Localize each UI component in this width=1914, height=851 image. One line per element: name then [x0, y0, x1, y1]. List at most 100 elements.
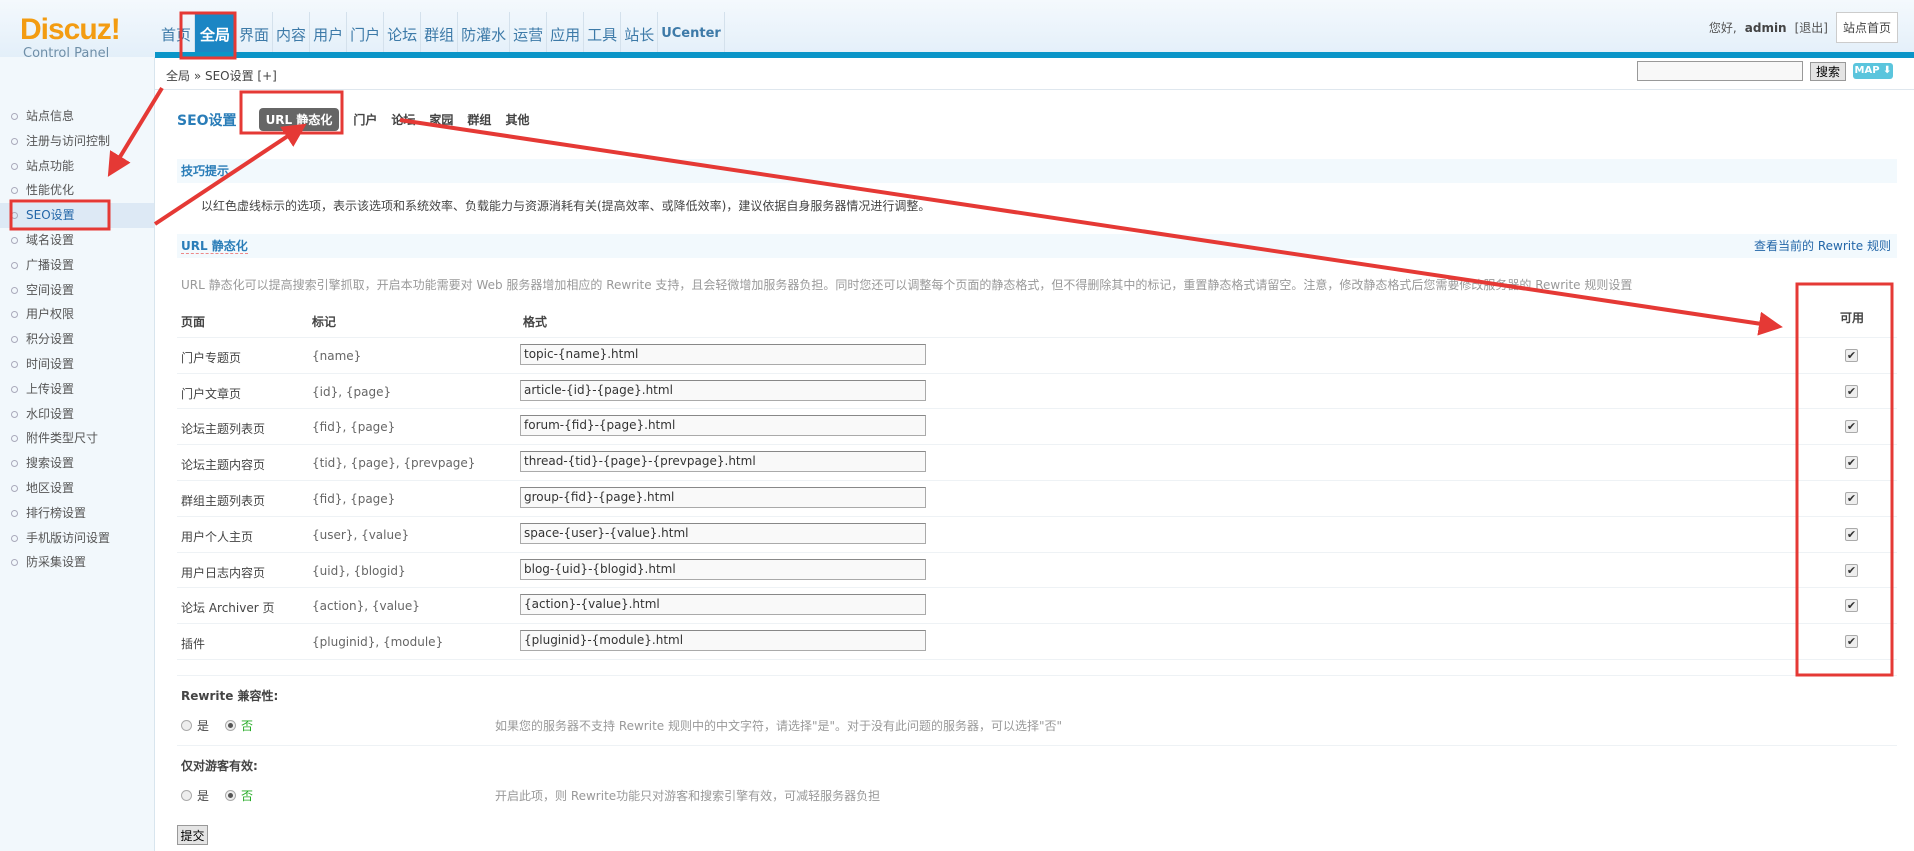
- sidebar-item[interactable]: 性能优化: [0, 178, 154, 203]
- nav-item-9[interactable]: 运营: [510, 12, 548, 52]
- sidebar-item[interactable]: SEO设置: [0, 203, 154, 228]
- enabled-checkbox[interactable]: ✔: [1845, 635, 1858, 649]
- logout-link[interactable]: [退出]: [1795, 19, 1828, 36]
- greeting: 您好,: [1708, 21, 1737, 35]
- page-title: SEO设置: [177, 112, 237, 129]
- nav-item-12[interactable]: 站长: [621, 12, 659, 52]
- table-row: 用户个人主页 {user}, {value} space-{user}-{value…: [177, 517, 1897, 553]
- nav-item-11[interactable]: 工具: [584, 12, 622, 52]
- header: Discuz! Control Panel 首页 全局 界面 内容 用户 门户 论坛 群组 防灌…: [0, 0, 1914, 61]
- nav-item-5[interactable]: 门户: [347, 12, 385, 52]
- tab-2[interactable]: 论坛: [391, 111, 415, 128]
- tip-header: 技巧提示: [177, 159, 1897, 183]
- format-input[interactable]: forum-{fid}-{page}.html: [520, 415, 926, 437]
- col-format: 格式: [523, 315, 548, 329]
- page-marks: {user}, {value}: [312, 527, 410, 542]
- sidebar-item[interactable]: 用户权限: [0, 302, 154, 327]
- enabled-checkbox[interactable]: ✔: [1845, 420, 1858, 434]
- tab-0[interactable]: URL 静态化: [258, 108, 340, 131]
- tab-5[interactable]: 其他: [505, 111, 529, 128]
- radio-no[interactable]: [225, 790, 237, 801]
- enabled-checkbox[interactable]: ✔: [1845, 563, 1858, 577]
- format-input[interactable]: article-{id}-{page}.html: [520, 379, 926, 401]
- sidebar-item[interactable]: 广播设置: [0, 253, 154, 278]
- enabled-checkbox[interactable]: ✔: [1845, 456, 1858, 470]
- sidebar-item[interactable]: 上传设置: [0, 377, 154, 402]
- view-rewrite-rules-link[interactable]: 查看当前的 Rewrite 规则: [1754, 234, 1891, 258]
- radio-yes[interactable]: [181, 790, 192, 801]
- nav-item-6[interactable]: 论坛: [384, 12, 422, 52]
- enabled-checkbox[interactable]: ✔: [1845, 599, 1858, 613]
- sidebar-item[interactable]: 防采集设置: [0, 550, 154, 575]
- search-button[interactable]: 搜索: [1810, 62, 1846, 81]
- nav-item-3[interactable]: 内容: [273, 12, 311, 52]
- nav-item-2[interactable]: 界面: [236, 12, 274, 52]
- page-name: 用户日志内容页: [181, 565, 266, 580]
- nav-item-10[interactable]: 应用: [547, 12, 585, 52]
- nav-item-4[interactable]: 用户: [310, 12, 348, 52]
- format-input[interactable]: {pluginid}-{module}.html: [520, 630, 926, 652]
- sidebar-item[interactable]: 排行榜设置: [0, 501, 154, 526]
- table-row: 论坛主题列表页 {fid}, {page} forum-{fid}-{page}.h…: [177, 409, 1897, 446]
- table-header: 页面 标记 格式 可用: [177, 302, 1897, 338]
- format-input[interactable]: blog-{uid}-{blogid}.html: [520, 558, 926, 580]
- breadcrumb[interactable]: 全局 » SEO设置 [+]: [166, 67, 277, 84]
- radio-no[interactable]: [225, 720, 237, 731]
- radio-no-label: 否: [241, 789, 254, 803]
- enabled-checkbox[interactable]: ✔: [1845, 384, 1858, 398]
- sidebar-item[interactable]: 附件类型尺寸: [0, 426, 154, 451]
- divider: [177, 745, 1897, 746]
- username: admin: [1744, 20, 1787, 35]
- logo[interactable]: Discuz! Control Panel: [20, 14, 150, 62]
- tip-text: 以红色虚线标示的选项，表示该选项和系统效率、负载能力与资源消耗有关(提高效率、或…: [201, 199, 931, 213]
- rewrite-table: 页面 标记 格式 可用 门户专题页 {name} topic-{name}.html…: [177, 302, 1897, 660]
- tab-4[interactable]: 群组: [467, 111, 491, 128]
- section-description: URL 静态化可以提高搜索引擎抓取，开启本功能需要对 Web 服务器增加相应的 …: [181, 278, 1633, 292]
- table-row: 论坛 Archiver 页 {action}, {value} {action}-{…: [177, 588, 1897, 625]
- tip-title: 技巧提示: [181, 164, 230, 178]
- sidebar-item[interactable]: 站点信息: [0, 104, 154, 129]
- sidebar-item[interactable]: 注册与访问控制: [0, 129, 154, 154]
- page-marks: {fid}, {page}: [312, 420, 396, 435]
- enabled-checkbox[interactable]: ✔: [1845, 491, 1858, 505]
- sidebar-item[interactable]: 水印设置: [0, 402, 154, 427]
- tab-3[interactable]: 家园: [429, 111, 453, 128]
- sidebar-item[interactable]: 空间设置: [0, 278, 154, 303]
- enabled-checkbox[interactable]: ✔: [1845, 527, 1858, 541]
- nav-item-1[interactable]: 全局: [195, 12, 237, 52]
- site-home-button[interactable]: 站点首页: [1835, 12, 1898, 43]
- sidebar-item[interactable]: 域名设置: [0, 228, 154, 253]
- page-name: 用户个人主页: [181, 529, 254, 544]
- section-header: URL 静态化 查看当前的 Rewrite 规则: [177, 234, 1897, 258]
- enabled-checkbox[interactable]: ✔: [1845, 348, 1858, 362]
- col-enabled: 可用: [1840, 311, 1865, 325]
- tab-1[interactable]: 门户: [353, 111, 377, 128]
- format-input[interactable]: space-{user}-{value}.html: [520, 522, 926, 544]
- page-name: 论坛主题内容页: [181, 458, 266, 473]
- sidebar-item[interactable]: 时间设置: [0, 352, 154, 377]
- nav-item-7[interactable]: 群组: [421, 12, 459, 52]
- format-input[interactable]: thread-{tid}-{page}-{prevpage}.html: [520, 451, 926, 473]
- format-input[interactable]: topic-{name}.html: [520, 343, 926, 365]
- radio-yes[interactable]: [181, 720, 192, 731]
- nav-item-8[interactable]: 防灌水: [458, 12, 511, 52]
- submit-button[interactable]: 提交: [177, 825, 208, 845]
- sidebar-item[interactable]: 搜索设置: [0, 451, 154, 476]
- user-bar: 您好, admin [退出] 站点首页: [1709, 12, 1898, 43]
- sidebar: 站点信息 注册与访问控制 站点功能 性能优化 SEO设置 域名设置 广播设置 空间设置 用户权限…: [0, 57, 155, 851]
- page-marks: {tid}, {page}, {prevpage}: [312, 456, 476, 471]
- format-input[interactable]: {action}-{value}.html: [520, 594, 926, 616]
- option-help: 如果您的服务器不支持 Rewrite 规则中的中文字符，请选择"是"。对于没有此…: [495, 719, 1063, 733]
- format-input[interactable]: group-{fid}-{page}.html: [520, 486, 926, 508]
- radio-no-label: 否: [241, 719, 254, 733]
- sidebar-item[interactable]: 站点功能: [0, 154, 154, 179]
- map-button[interactable]: MAP ⬇: [1853, 63, 1893, 79]
- nav-item-13[interactable]: UCenter: [658, 12, 725, 52]
- search-input[interactable]: [1637, 61, 1803, 81]
- sidebar-item[interactable]: 地区设置: [0, 476, 154, 501]
- sidebar-item[interactable]: 积分设置: [0, 327, 154, 352]
- arrow-to-column: [399, 118, 1783, 336]
- nav-item-0[interactable]: 首页: [158, 12, 196, 52]
- sidebar-item[interactable]: 手机版访问设置: [0, 526, 154, 551]
- page-name: 门户专题页: [181, 350, 242, 365]
